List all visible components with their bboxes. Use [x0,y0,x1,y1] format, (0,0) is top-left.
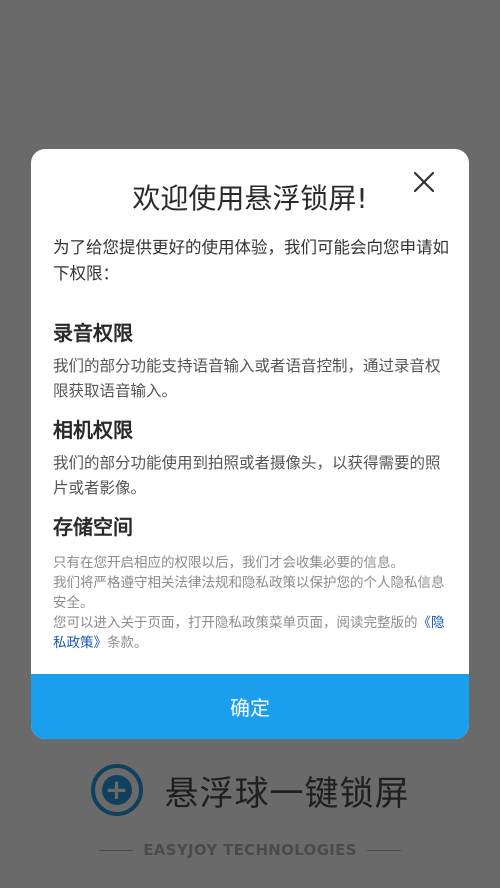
note-text: 您可以进入关于页面，打开隐私政策菜单页面，阅读完整版的 [53,615,418,631]
company-footer: EASYJOY TECHNOLOGIES [0,838,500,862]
permission-title-audio: 录音权限 [53,321,133,345]
note-line: 您可以进入关于页面，打开隐私政策菜单页面，阅读完整版的《隐私政策》条款。 [53,613,449,653]
company-name: EASYJOY TECHNOLOGIES [143,841,357,859]
permission-desc-audio: 我们的部分功能支持语音输入或者语音控制，通过录音权限获取语音输入。 [53,357,441,400]
intro-text: 为了给您提供更好的使用体验，我们可能会向您申请如下权限： [53,238,449,283]
permission-title-storage: 存储空间 [53,515,133,539]
dialog-title: 欢迎使用悬浮锁屏! [132,182,368,215]
plus-circle-icon: + [90,764,143,816]
note-line: 只有在您开启相应的权限以后，我们才会收集必要的信息。 [53,555,404,571]
confirm-button[interactable]: 确定 [31,674,469,739]
close-button[interactable] [411,169,437,195]
note-line: 我们将严格遵守相关法律法规和隐私政策以保护您的个人隐私信息安全。 [53,575,445,611]
brand-name: 悬浮球一键锁屏 [164,773,410,814]
divider [99,849,134,851]
permission-title-camera: 相机权限 [53,418,133,442]
privacy-notes: 只有在您开启相应的权限以后，我们才会收集必要的信息。 我们将严格遵守相关法律法规… [53,553,449,653]
app-brand: + 悬浮球一键锁屏 [0,760,500,820]
permission-desc-camera: 我们的部分功能使用到拍照或者摄像头，以获得需要的照片或者影像。 [53,454,441,497]
permission-dialog: 欢迎使用悬浮锁屏! 为了给您提供更好的使用体验，我们可能会向您申请如下权限： 录… [31,149,469,739]
dialog-content: 为了给您提供更好的使用体验，我们可能会向您申请如下权限： 录音权限 我们的部分功… [53,235,449,540]
divider [366,849,401,851]
close-icon [413,171,435,193]
note-text: 条款。 [107,635,148,651]
